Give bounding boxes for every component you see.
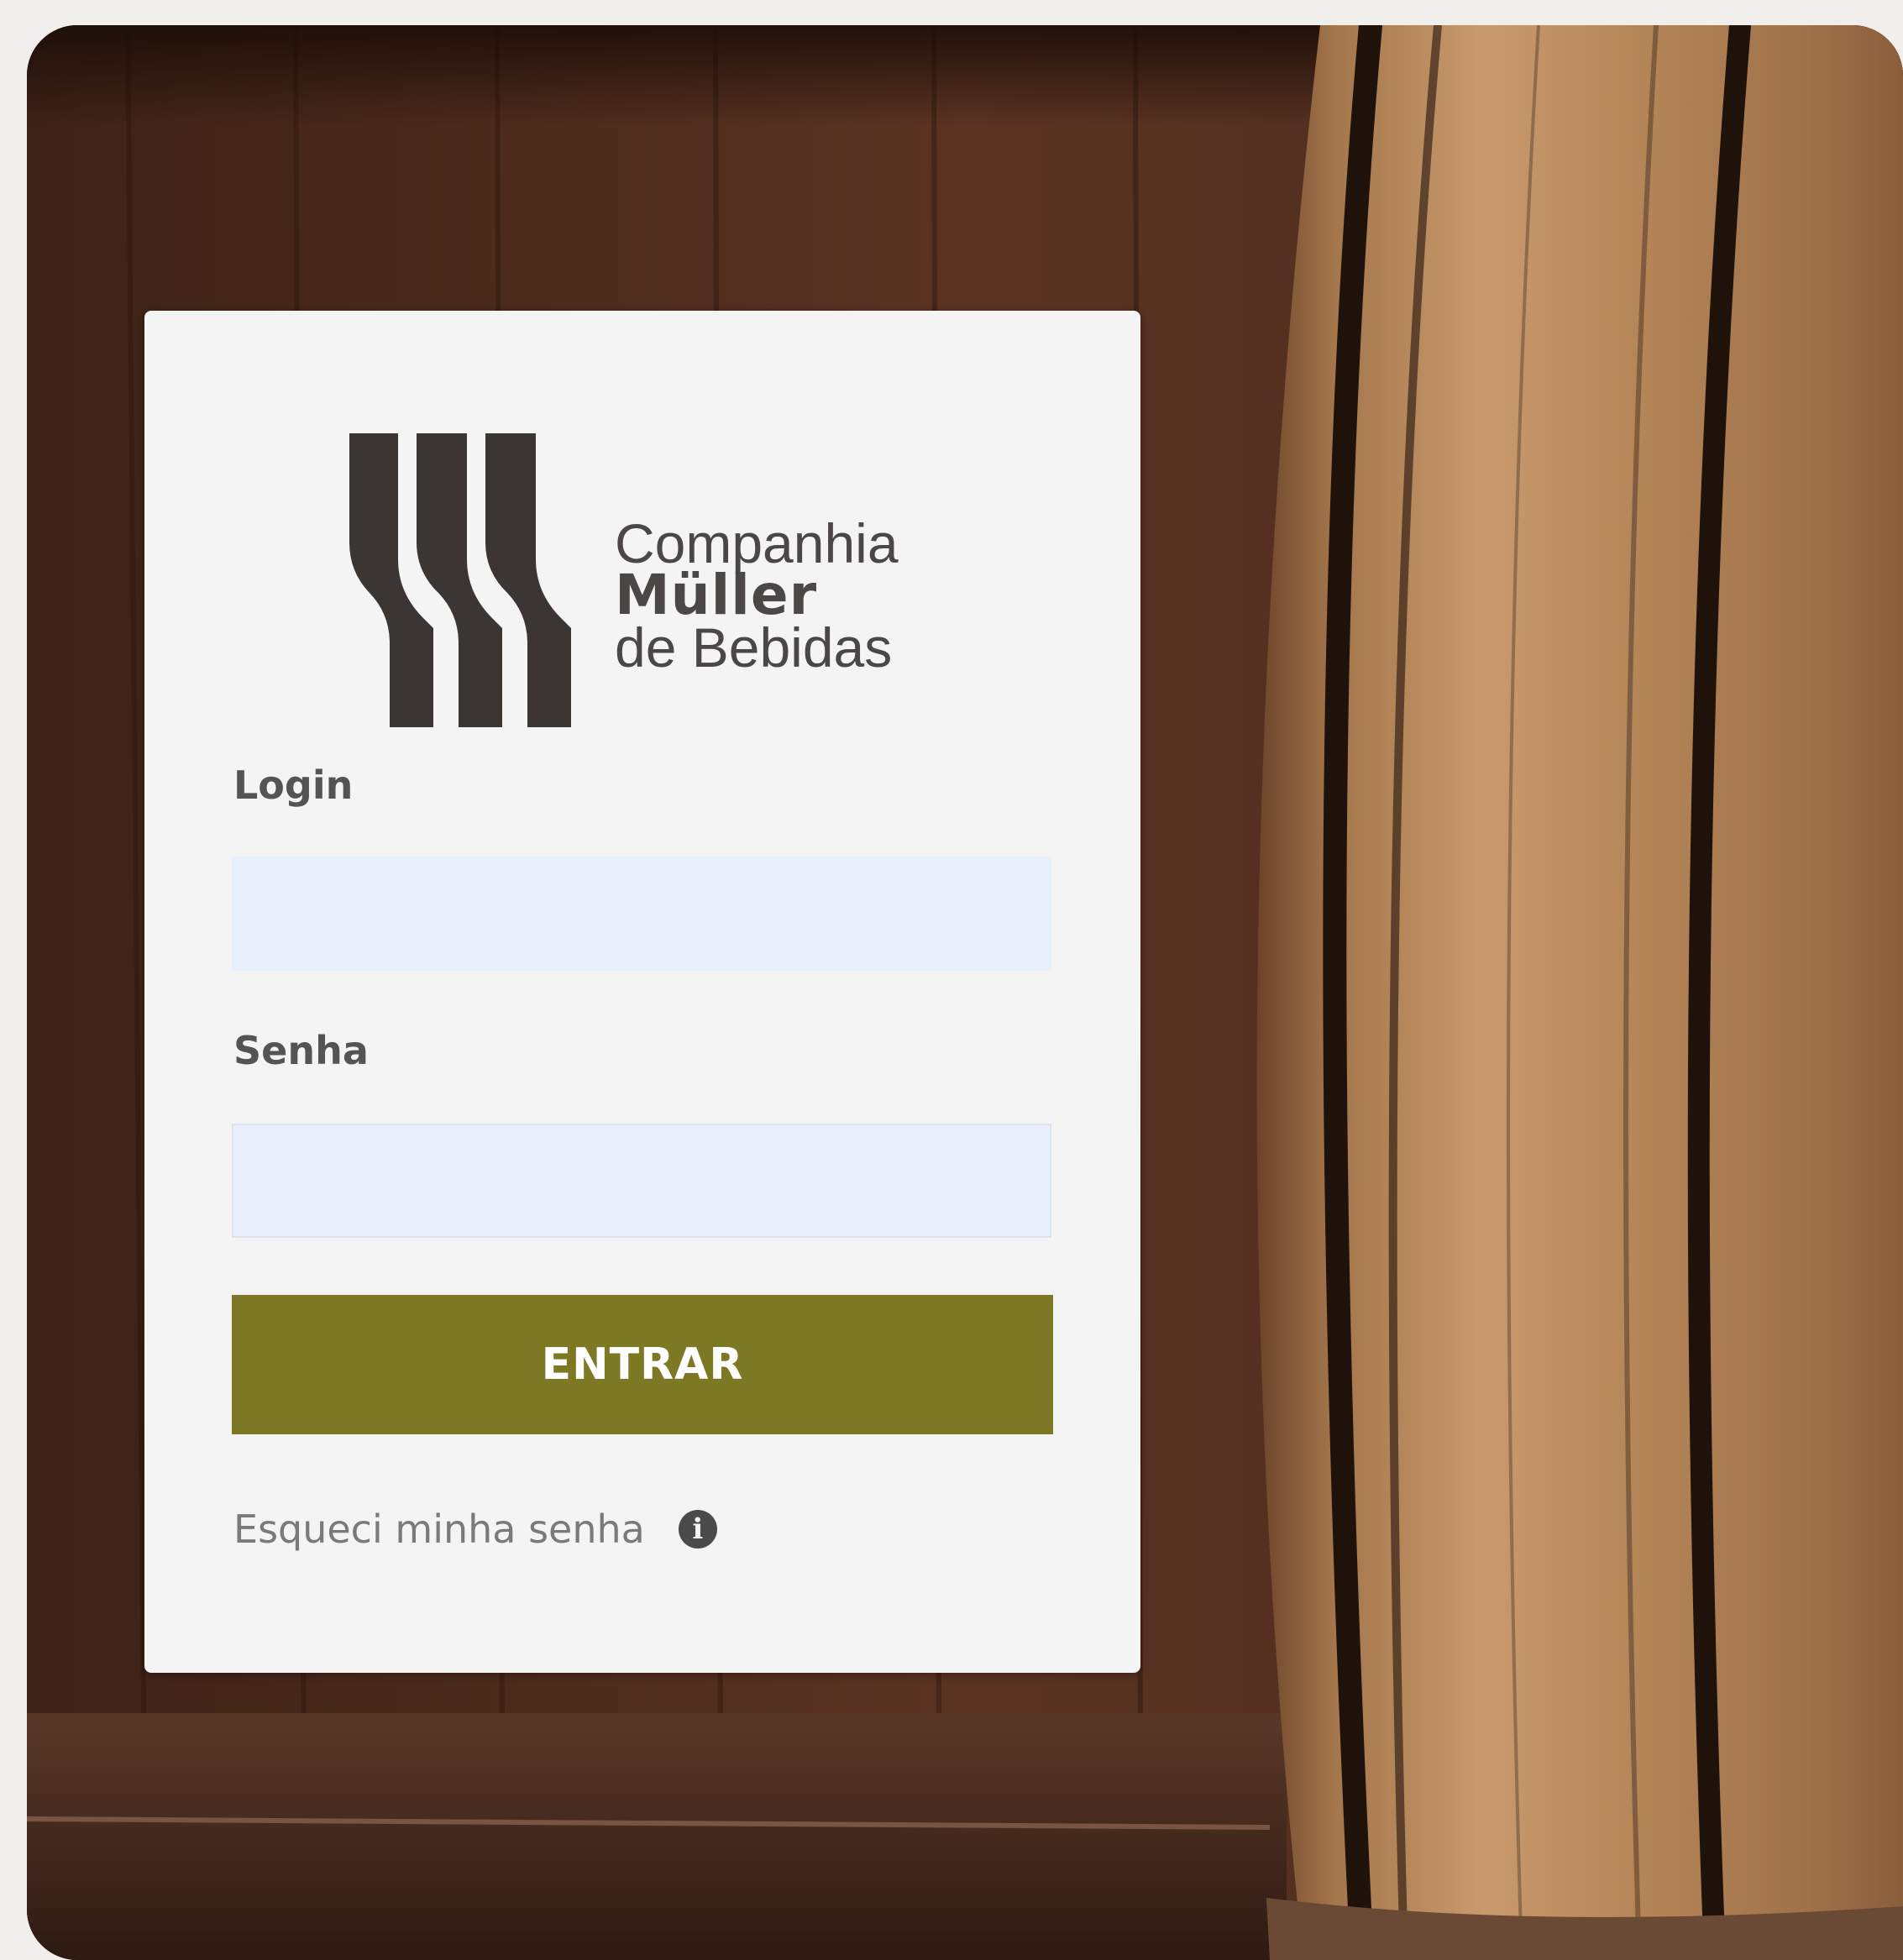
forgot-password-label: Esqueci minha senha [233, 1507, 645, 1552]
forgot-password-link[interactable]: Esqueci minha senha i [233, 1507, 717, 1552]
info-icon[interactable]: i [678, 1510, 717, 1549]
company-name-line3: de Bebidas [615, 616, 893, 679]
login-card: Companhia Müller de Bebidas Login Senha … [144, 311, 1140, 1673]
company-name-line1: Companhia [615, 512, 899, 574]
password-label: Senha [233, 1028, 369, 1073]
login-input[interactable] [232, 857, 1051, 971]
login-label: Login [233, 763, 354, 808]
submit-button[interactable]: ENTRAR [232, 1295, 1053, 1434]
company-name: Companhia Müller de Bebidas [615, 512, 899, 679]
company-name-line2: Müller [615, 563, 818, 627]
password-input[interactable] [232, 1124, 1051, 1238]
